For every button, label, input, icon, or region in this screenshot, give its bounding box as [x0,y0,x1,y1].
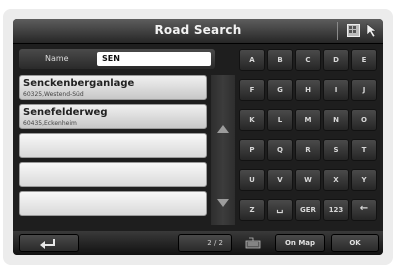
result-row-2[interactable]: Senefelderweg 60435,Eckenheim [19,104,207,129]
key-c[interactable]: C [295,49,321,71]
bottom-bar: 2 / 2 On Map OK [13,231,383,255]
language-key[interactable]: GER [295,199,321,221]
result-row-5[interactable] [19,191,207,216]
on-map-button[interactable]: On Map [275,234,325,252]
page-indicator: 2 / 2 [178,234,232,252]
key-y[interactable]: Y [351,169,377,191]
key-n[interactable]: N [323,109,349,131]
space-key[interactable]: ␣ [267,199,293,221]
key-e[interactable]: E [351,49,377,71]
window-title: Road Search [154,23,242,37]
scroll-down-arrow-icon[interactable] [217,199,229,207]
navigation-screen: Road Search Name SEN Senckenberganlage 6… [13,19,383,255]
key-g[interactable]: G [267,79,293,101]
backspace-key[interactable]: ← [351,199,377,221]
result-scrollbar[interactable] [211,75,235,225]
cursor-arrow-icon[interactable] [365,23,379,38]
name-search-panel: Name SEN [19,49,215,69]
result-row-4[interactable] [19,162,207,187]
title-divider [337,22,338,40]
key-r[interactable]: R [295,139,321,161]
key-s[interactable]: S [323,139,349,161]
key-h[interactable]: H [295,79,321,101]
key-z[interactable]: Z [239,199,265,221]
title-bar: Road Search [13,19,383,44]
key-v[interactable]: V [267,169,293,191]
key-i[interactable]: I [323,79,349,101]
key-t[interactable]: T [351,139,377,161]
result-row-1[interactable]: Senckenberganlage 60325,Westend-Süd [19,75,207,100]
key-l[interactable]: L [267,109,293,131]
key-m[interactable]: M [295,109,321,131]
key-u[interactable]: U [239,169,265,191]
key-b[interactable]: B [267,49,293,71]
back-button[interactable] [19,234,79,252]
key-x[interactable]: X [323,169,349,191]
ok-button[interactable]: OK [331,234,379,252]
key-a[interactable]: A [239,49,265,71]
key-o[interactable]: O [351,109,377,131]
keyboard-toggle-icon[interactable] [245,237,261,249]
result-district: 60435,Eckenheim [23,120,77,127]
keyboard-grid-icon[interactable] [347,24,360,37]
key-p[interactable]: P [239,139,265,161]
result-row-3[interactable] [19,133,207,158]
key-j[interactable]: J [351,79,377,101]
result-street: Senefelderweg [23,107,108,118]
name-label: Name [45,54,69,63]
key-w[interactable]: W [295,169,321,191]
result-street: Senckenberganlage [23,78,135,89]
key-d[interactable]: D [323,49,349,71]
key-k[interactable]: K [239,109,265,131]
key-f[interactable]: F [239,79,265,101]
key-q[interactable]: Q [267,139,293,161]
numeric-key[interactable]: 123 [323,199,349,221]
back-arrow-icon [40,239,55,249]
device-frame: Road Search Name SEN Senckenberganlage 6… [3,9,393,265]
scroll-up-arrow-icon[interactable] [217,125,229,133]
result-district: 60325,Westend-Süd [23,91,84,98]
name-search-input[interactable]: SEN [97,52,211,66]
